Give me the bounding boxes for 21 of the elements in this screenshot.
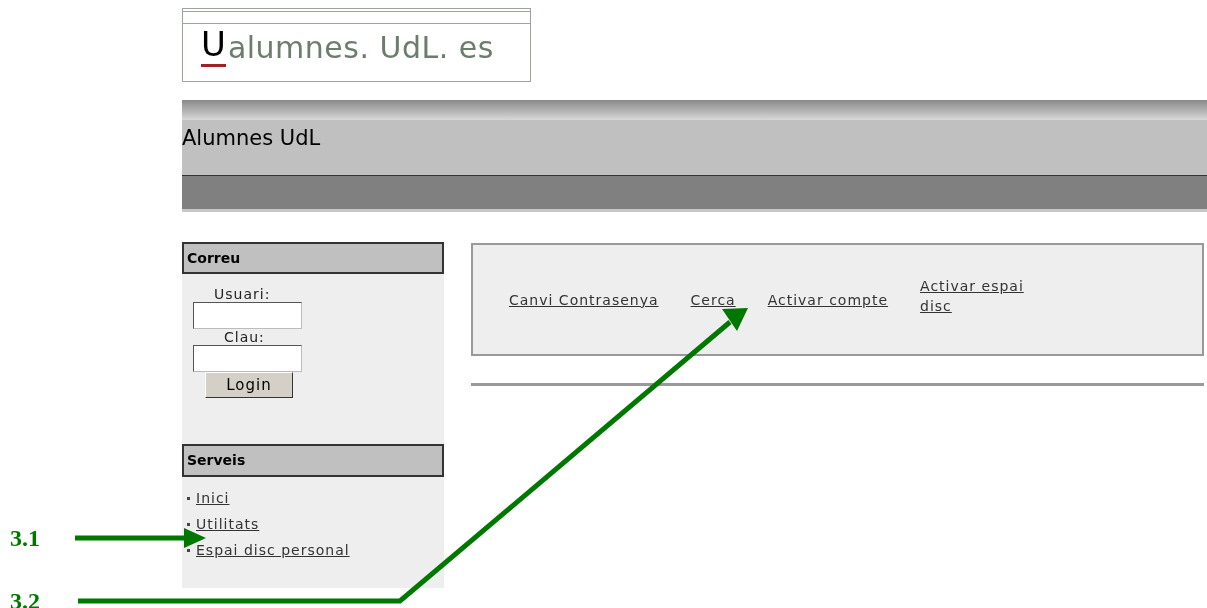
- menu-link[interactable]: Cerca: [690, 289, 736, 310]
- logo-mark: U: [201, 24, 226, 67]
- annotation-label: 3.1: [10, 524, 40, 553]
- password-field[interactable]: [193, 345, 302, 372]
- field-label: Usuari:: [214, 286, 271, 302]
- menu-link[interactable]: Activar espai disc: [920, 275, 1061, 316]
- bullet-icon: [187, 496, 190, 500]
- nav-link[interactable]: Utilitats: [196, 513, 260, 535]
- page-title: Alumnes UdL: [182, 125, 321, 152]
- menu-link[interactable]: Canvi Contrasenya: [509, 289, 659, 310]
- panel-header: Correu: [182, 242, 444, 274]
- login-button[interactable]: Login: [205, 372, 293, 398]
- bullet-icon: [187, 548, 190, 552]
- bullet-icon: [187, 522, 190, 526]
- nav-link[interactable]: Espai disc personal: [196, 539, 350, 561]
- menu-link[interactable]: Activar compte: [767, 289, 889, 310]
- logo-text: alumnes. UdL. es: [227, 29, 494, 67]
- panel-header: Serveis: [182, 444, 444, 477]
- field-label: Clau:: [224, 329, 265, 345]
- username-field[interactable]: [193, 302, 302, 329]
- nav-link[interactable]: Inici: [196, 487, 230, 509]
